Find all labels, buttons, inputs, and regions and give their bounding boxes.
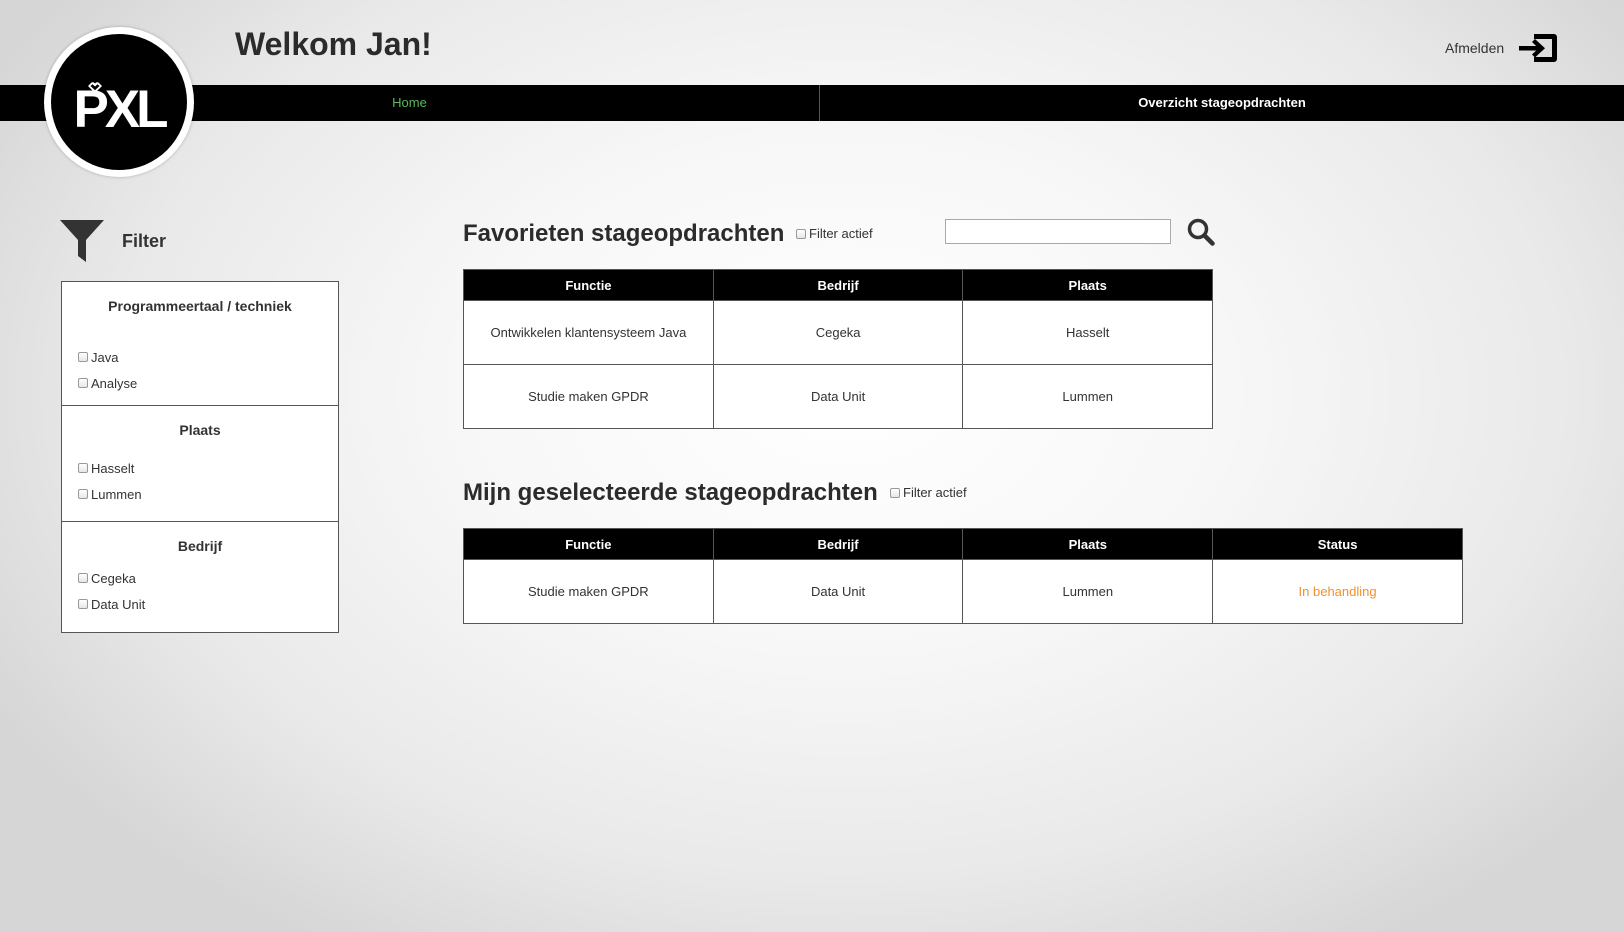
table-row[interactable]: Ontwikkelen klantensysteem Java Cegeka H… xyxy=(463,300,1213,365)
table-cell: Data Unit xyxy=(712,559,964,624)
table-header-row: Functie Bedrijf Plaats Status xyxy=(463,528,1463,560)
status-badge: In behandling xyxy=(1212,559,1463,624)
filter-option-analyse[interactable]: Analyse xyxy=(78,370,322,396)
logout-icon xyxy=(1519,34,1558,62)
table-cell: Hasselt xyxy=(962,300,1213,365)
table-cell: Data Unit xyxy=(712,364,964,429)
filter-option-label: Cegeka xyxy=(91,570,136,586)
favorites-filter-toggle[interactable]: Filter actief xyxy=(796,226,873,241)
filter-option-hasselt[interactable]: Hasselt xyxy=(78,455,322,481)
filter-option-cegeka[interactable]: Cegeka xyxy=(78,565,322,591)
filter-option-label: Hasselt xyxy=(91,460,135,476)
filter-option-label: Java xyxy=(91,349,119,365)
checkbox[interactable] xyxy=(78,489,88,499)
filter-title: Filter xyxy=(122,230,167,251)
column-header: Functie xyxy=(463,528,714,560)
filter-group-title: Plaats xyxy=(179,422,221,438)
filter-header: Filter xyxy=(60,220,166,262)
filter-option-lummen[interactable]: Lummen xyxy=(78,481,322,507)
table-row[interactable]: Studie maken GPDR Data Unit Lummen xyxy=(463,364,1213,429)
table-header-row: Functie Bedrijf Plaats xyxy=(463,269,1213,301)
column-header: Bedrijf xyxy=(712,269,964,301)
search-input[interactable] xyxy=(945,219,1171,244)
checkbox[interactable] xyxy=(78,599,88,609)
column-header: Functie xyxy=(463,269,714,301)
filter-panel: Programmeertaal / techniek Java Analyse … xyxy=(61,281,339,633)
favorites-table: Functie Bedrijf Plaats Ontwikkelen klant… xyxy=(463,269,1213,429)
filter-option-data-unit[interactable]: Data Unit xyxy=(78,591,322,617)
checkbox[interactable] xyxy=(78,378,88,388)
table-cell: Lummen xyxy=(962,559,1214,624)
logout-label: Afmelden xyxy=(1445,40,1505,56)
checkbox[interactable] xyxy=(78,463,88,473)
table-cell: Studie maken GPDR xyxy=(463,364,714,429)
favorites-title: Favorieten stageopdrachten xyxy=(463,220,785,247)
pxl-logo[interactable]: PXL xyxy=(44,27,194,177)
column-header: Plaats xyxy=(962,269,1213,301)
funnel-icon xyxy=(60,220,104,262)
filter-actief-label: Filter actief xyxy=(809,226,873,241)
filter-group-company: Bedrijf Cegeka Data Unit xyxy=(62,521,338,632)
table-cell: Studie maken GPDR xyxy=(463,559,714,624)
logout-button[interactable]: Afmelden xyxy=(1445,30,1560,66)
selected-filter-toggle[interactable]: Filter actief xyxy=(890,485,967,500)
column-header: Plaats xyxy=(962,528,1214,560)
column-header: Status xyxy=(1212,528,1463,560)
table-cell: Ontwikkelen klantensysteem Java xyxy=(463,300,714,365)
table-cell: Lummen xyxy=(962,364,1213,429)
filter-option-label: Data Unit xyxy=(91,596,146,612)
checkbox[interactable] xyxy=(78,352,88,362)
table-cell: Cegeka xyxy=(712,300,964,365)
filter-option-java[interactable]: Java xyxy=(78,344,322,370)
nav-home-label: Home xyxy=(392,95,427,110)
filter-group-location: Plaats Hasselt Lummen xyxy=(62,405,338,521)
main-navbar: Home Overzicht stageopdrachten xyxy=(0,85,1624,121)
search-icon[interactable] xyxy=(1187,218,1215,246)
nav-overview[interactable]: Overzicht stageopdrachten xyxy=(820,85,1624,121)
page-title: Welkom Jan! xyxy=(235,26,432,62)
filter-group-title: Bedrijf xyxy=(177,538,223,554)
filter-group-title: Programmeertaal / techniek xyxy=(108,298,292,314)
checkbox[interactable] xyxy=(796,228,806,239)
column-header: Bedrijf xyxy=(712,528,964,560)
filter-option-label: Analyse xyxy=(91,375,138,391)
filter-actief-label: Filter actief xyxy=(903,485,967,500)
filter-group-technique: Programmeertaal / techniek Java Analyse xyxy=(62,282,338,405)
selected-table: Functie Bedrijf Plaats Status Studie mak… xyxy=(463,528,1463,624)
logo-mark: PXL xyxy=(73,80,171,139)
table-row[interactable]: Studie maken GPDR Data Unit Lummen In be… xyxy=(463,559,1463,624)
nav-overview-label: Overzicht stageopdrachten xyxy=(1138,95,1306,110)
selected-title: Mijn geselecteerde stageopdrachten xyxy=(463,479,878,506)
checkbox[interactable] xyxy=(78,573,88,583)
filter-option-label: Lummen xyxy=(91,486,142,502)
checkbox[interactable] xyxy=(890,487,900,498)
logo-text: PXL xyxy=(73,80,167,139)
